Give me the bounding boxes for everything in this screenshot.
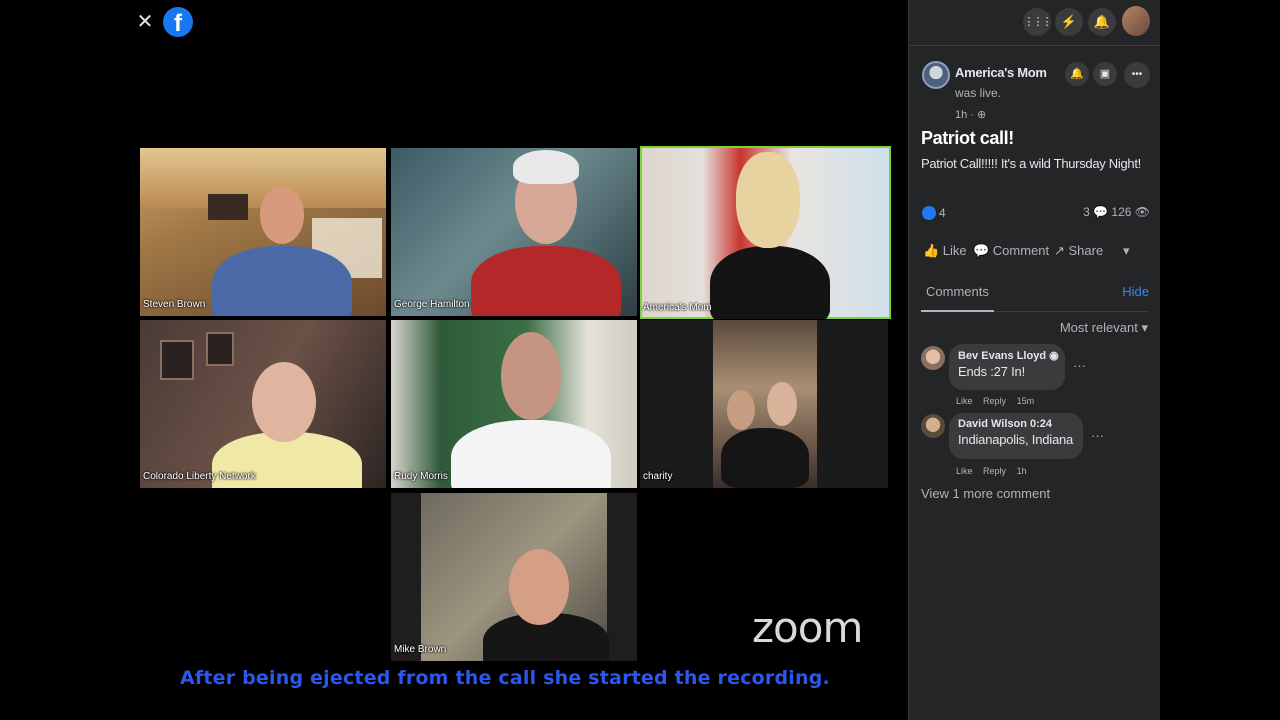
reaction-picker-button[interactable]: ▾	[1123, 243, 1130, 259]
like-button[interactable]: 👍 Like	[923, 243, 967, 259]
participant-body	[710, 246, 830, 319]
participant-hair	[513, 150, 579, 184]
participant-name: George Hamilton	[394, 299, 470, 310]
tab-comments[interactable]: Comments	[926, 284, 989, 299]
post-timestamp[interactable]: 1h · ⊕	[955, 108, 986, 121]
hide-comments-link[interactable]: Hide	[1122, 284, 1149, 299]
video-tile-colorado-liberty-network: Colorado Liberty Network	[140, 320, 386, 488]
messenger-icon[interactable]: ⚡	[1055, 8, 1083, 36]
participant-body	[721, 428, 809, 488]
notifications-bell-icon[interactable]: 🔔	[1088, 8, 1116, 36]
participant-body	[212, 246, 352, 316]
portrait-video	[713, 320, 817, 488]
comment-more-icon[interactable]: ···	[1073, 358, 1086, 373]
participant-hair	[736, 152, 800, 248]
post-sidebar: ⋮⋮⋮ ⚡ 🔔 America's Mom was live. 1h · ⊕ 🔔…	[908, 0, 1161, 720]
video-tile-charity: charity	[640, 320, 888, 488]
comment-author[interactable]: Bev Evans Lloyd ◉	[958, 349, 1059, 362]
comment-bubble: David Wilson 0:24 Indianapolis, Indiana	[949, 413, 1083, 459]
participant-head	[727, 390, 755, 430]
comment-button[interactable]: 💬 Comment	[973, 243, 1049, 259]
letterbox-right	[1160, 0, 1280, 720]
top-nav: ⋮⋮⋮ ⚡ 🔔	[909, 0, 1161, 46]
participant-head	[501, 332, 561, 420]
participant-head	[252, 362, 316, 442]
comment-reply-link[interactable]: Reply	[983, 396, 1006, 406]
post-stats[interactable]: 3 💬 126 👁	[1083, 205, 1150, 219]
follow-bell-icon[interactable]: 🔔	[1065, 62, 1089, 86]
host-avatar[interactable]	[922, 61, 950, 89]
zoom-watermark: zoom	[752, 603, 863, 652]
comment-sort-dropdown[interactable]: Most relevant ▾	[1060, 320, 1148, 336]
video-tile-steven-brown: Steven Brown	[140, 148, 386, 316]
video-tile-mike-brown: Mike Brown	[391, 493, 637, 661]
wall-frame	[206, 332, 234, 366]
video-tile-americas-mom: America's Mom	[640, 146, 891, 319]
participant-name: Mike Brown	[394, 644, 447, 655]
video-tile-rudy-morris: Rudy Morris	[391, 320, 637, 488]
view-more-comments-link[interactable]: View 1 more comment	[921, 486, 1050, 501]
wall-frame	[160, 340, 194, 380]
participant-body	[451, 420, 611, 488]
commenter-avatar[interactable]	[921, 346, 945, 370]
comment-text: Ends :27 In!	[958, 364, 1025, 379]
comment-author[interactable]: David Wilson 0:24	[958, 418, 1074, 430]
profile-avatar[interactable]	[1122, 6, 1150, 36]
comment-reply-link[interactable]: Reply	[983, 466, 1006, 476]
video-caption: After being ejected from the call she st…	[180, 667, 830, 689]
wall-frame	[208, 194, 248, 220]
participant-name: Colorado Liberty Network	[143, 471, 256, 482]
participant-head	[260, 186, 304, 244]
comment-more-icon[interactable]: ···	[1091, 428, 1104, 443]
participant-body	[471, 246, 621, 316]
post-author-name[interactable]: America's Mom	[955, 65, 1047, 80]
reaction-count[interactable]: 4	[939, 206, 946, 220]
comment-time[interactable]: 15m	[1017, 396, 1035, 406]
grid-menu-icon[interactable]: ⋮⋮⋮	[1023, 8, 1053, 36]
participant-name: Rudy Morris	[394, 471, 448, 482]
close-viewer-button[interactable]: ✕	[134, 10, 156, 34]
video-tile-george-hamilton: George Hamilton	[391, 148, 637, 316]
commenter-avatar[interactable]	[921, 414, 945, 438]
active-tab-indicator	[921, 310, 994, 312]
share-button[interactable]: ↗ Share	[1054, 243, 1103, 259]
post-action-bar: 👍 Like 💬 Comment ↗ Share ▾	[921, 243, 1153, 261]
facebook-logo-icon[interactable]: f	[163, 7, 193, 37]
like-reaction-icon[interactable]	[922, 206, 936, 220]
participant-name: Steven Brown	[143, 299, 206, 310]
comment-like-link[interactable]: Like	[956, 396, 973, 406]
comment-actions: Like Reply 15m	[956, 396, 1042, 406]
comment-actions: Like Reply 1h	[956, 466, 1035, 476]
participant-head	[509, 549, 569, 625]
comment-text: Indianapolis, Indiana	[958, 432, 1074, 447]
comment-time[interactable]: 1h	[1017, 466, 1027, 476]
save-icon[interactable]: ▣	[1093, 62, 1117, 86]
participant-name: America's Mom	[643, 302, 712, 313]
post-status: was live.	[955, 86, 1002, 100]
comment-bubble: Bev Evans Lloyd ◉ Ends :27 In!	[949, 344, 1065, 390]
participant-name: charity	[643, 471, 673, 482]
comment-like-link[interactable]: Like	[956, 466, 973, 476]
post-title: Patriot call!	[921, 128, 1014, 148]
participant-head	[767, 382, 797, 426]
post-more-options-icon[interactable]: •••	[1124, 62, 1150, 88]
post-body-text: Patriot Call!!!!! It's a wild Thursday N…	[921, 156, 1141, 171]
